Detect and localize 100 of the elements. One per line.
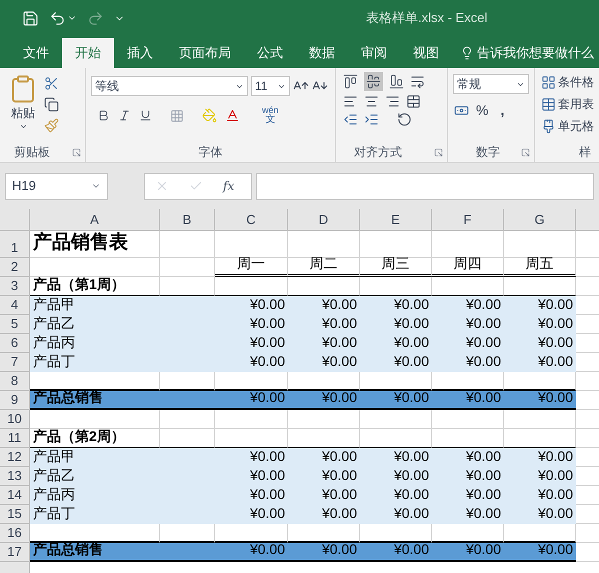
table-cell-text: ¥0.00 — [392, 334, 430, 352]
table-cell-text: ¥0.00 — [392, 448, 430, 466]
phonetic-button[interactable]: wén 文 — [262, 106, 279, 125]
decrease-indent-icon[interactable] — [343, 112, 358, 127]
table-cell-text: 产品丁 — [32, 353, 76, 371]
table-cell-text: ¥0.00 — [536, 391, 574, 407]
table-cell-text: ¥0.00 — [464, 448, 502, 466]
table-cell-text: ¥0.00 — [464, 505, 502, 523]
percent-button[interactable]: % — [476, 100, 488, 121]
insert-function-button[interactable]: fx — [223, 177, 234, 195]
ribbon-tab[interactable]: 页面布局 — [166, 38, 244, 68]
align-left-icon[interactable] — [343, 94, 358, 109]
column-header[interactable]: G — [504, 209, 576, 231]
table-cell-text: ¥0.00 — [536, 315, 574, 333]
row-number[interactable]: 9 — [0, 391, 30, 410]
row-number[interactable]: 15 — [0, 505, 30, 524]
column-header[interactable]: B — [160, 209, 215, 231]
number-format-dropdown[interactable]: 常规 — [453, 74, 529, 94]
row-number[interactable]: 17 — [0, 543, 30, 562]
fill-color-icon[interactable] — [202, 108, 217, 123]
tell-me-field[interactable]: 告诉我你想要做什么 — [477, 43, 594, 63]
font-name-dropdown[interactable]: 等线 — [91, 76, 248, 96]
row-number[interactable]: 5 — [0, 315, 30, 334]
caret-icon[interactable] — [18, 122, 28, 131]
table-cell-text: ¥0.00 — [464, 391, 502, 407]
ribbon-tab[interactable]: 公式 — [244, 38, 296, 68]
ribbon-tab[interactable]: 插入 — [114, 38, 166, 68]
comma-button[interactable]: , — [500, 100, 504, 121]
group-label: 剪贴板 — [14, 144, 50, 161]
ribbon-tab[interactable]: 开始 — [62, 38, 114, 68]
font-size-dropdown[interactable]: 11 — [251, 76, 290, 96]
font-color-icon[interactable] — [225, 108, 240, 123]
style-button[interactable]: 套用表 — [541, 95, 599, 113]
italic-icon[interactable] — [118, 109, 131, 122]
table-cell-text: 产品总销售 — [32, 543, 104, 559]
paste-button[interactable]: 粘贴 — [11, 104, 35, 122]
table-cell-text: 产品丁 — [32, 505, 76, 523]
orientation-icon[interactable] — [397, 112, 412, 127]
column-header[interactable]: C — [215, 209, 288, 231]
lightbulb-icon[interactable] — [460, 46, 474, 60]
row-number[interactable]: 11 — [0, 429, 30, 448]
row-number[interactable]: 4 — [0, 296, 30, 315]
dialog-launcher-icon[interactable] — [521, 148, 530, 156]
save-icon[interactable] — [22, 10, 39, 26]
table-cell-text: 产品甲 — [32, 296, 76, 314]
merge-cells-icon[interactable] — [406, 94, 421, 109]
table-cell-text: 产品总销售 — [32, 391, 104, 407]
table-cell-text: ¥0.00 — [320, 296, 358, 314]
copy-icon[interactable] — [44, 97, 59, 112]
column-header[interactable]: F — [432, 209, 504, 231]
table-cell-text: ¥0.00 — [320, 315, 358, 333]
column-header[interactable]: E — [360, 209, 432, 231]
table-cell-text: ¥0.00 — [320, 391, 358, 407]
ribbon-tab[interactable]: 审阅 — [348, 38, 400, 68]
table-cell — [360, 410, 432, 429]
table-cell-text: ¥0.00 — [248, 467, 286, 485]
table-cell-text: ¥0.00 — [392, 353, 430, 371]
bold-icon[interactable] — [97, 109, 110, 122]
wrap-text-icon[interactable] — [410, 74, 425, 89]
table-cell-text: ¥0.00 — [248, 296, 286, 314]
row-number[interactable]: 6 — [0, 334, 30, 353]
style-button[interactable]: 单元格 — [541, 117, 599, 135]
increase-indent-icon[interactable] — [364, 112, 379, 127]
column-header[interactable]: A — [30, 209, 160, 231]
row-number[interactable]: 3 — [0, 277, 30, 296]
vertical-align-button[interactable] — [364, 72, 383, 91]
table-cell-text: ¥0.00 — [464, 353, 502, 371]
column-header[interactable]: D — [288, 209, 360, 231]
row-number[interactable]: 2 — [0, 258, 30, 277]
row-number[interactable]: 14 — [0, 486, 30, 505]
table-cell — [432, 410, 504, 429]
name-box[interactable]: H19 — [5, 172, 108, 200]
cut-icon[interactable] — [44, 76, 59, 91]
row-number[interactable]: 1 — [0, 231, 30, 258]
formula-input[interactable] — [256, 172, 594, 200]
table-cell-text: ¥0.00 — [536, 543, 574, 559]
align-center-icon[interactable] — [364, 94, 379, 109]
table-cell-text: ¥0.00 — [464, 296, 502, 314]
table-cell-text: ¥0.00 — [392, 296, 430, 314]
table-cell-text: ¥0.00 — [464, 467, 502, 485]
row-number[interactable]: 7 — [0, 353, 30, 372]
ribbon-tab[interactable]: 文件 — [10, 38, 62, 68]
undo-icon[interactable] — [49, 10, 66, 26]
group-label: 对齐方式 — [354, 144, 402, 161]
dialog-launcher-icon[interactable] — [434, 148, 443, 156]
table-cell-text: ¥0.00 — [392, 505, 430, 523]
ribbon-tab[interactable]: 视图 — [400, 38, 452, 68]
vertical-align-button[interactable] — [341, 72, 360, 91]
align-right-icon[interactable] — [385, 94, 400, 109]
row-number[interactable]: 13 — [0, 467, 30, 486]
row-number[interactable]: 16 — [0, 524, 30, 543]
table-cell-text: ¥0.00 — [320, 467, 358, 485]
row-number[interactable]: 12 — [0, 448, 30, 467]
dialog-launcher-icon[interactable] — [72, 148, 81, 156]
ribbon-tab[interactable]: 数据 — [296, 38, 348, 68]
style-button[interactable]: 条件格 — [541, 73, 599, 91]
vertical-align-button[interactable] — [387, 72, 406, 91]
row-number[interactable]: 8 — [0, 372, 30, 391]
row-number[interactable]: 10 — [0, 410, 30, 429]
underline-icon[interactable] — [139, 109, 152, 122]
